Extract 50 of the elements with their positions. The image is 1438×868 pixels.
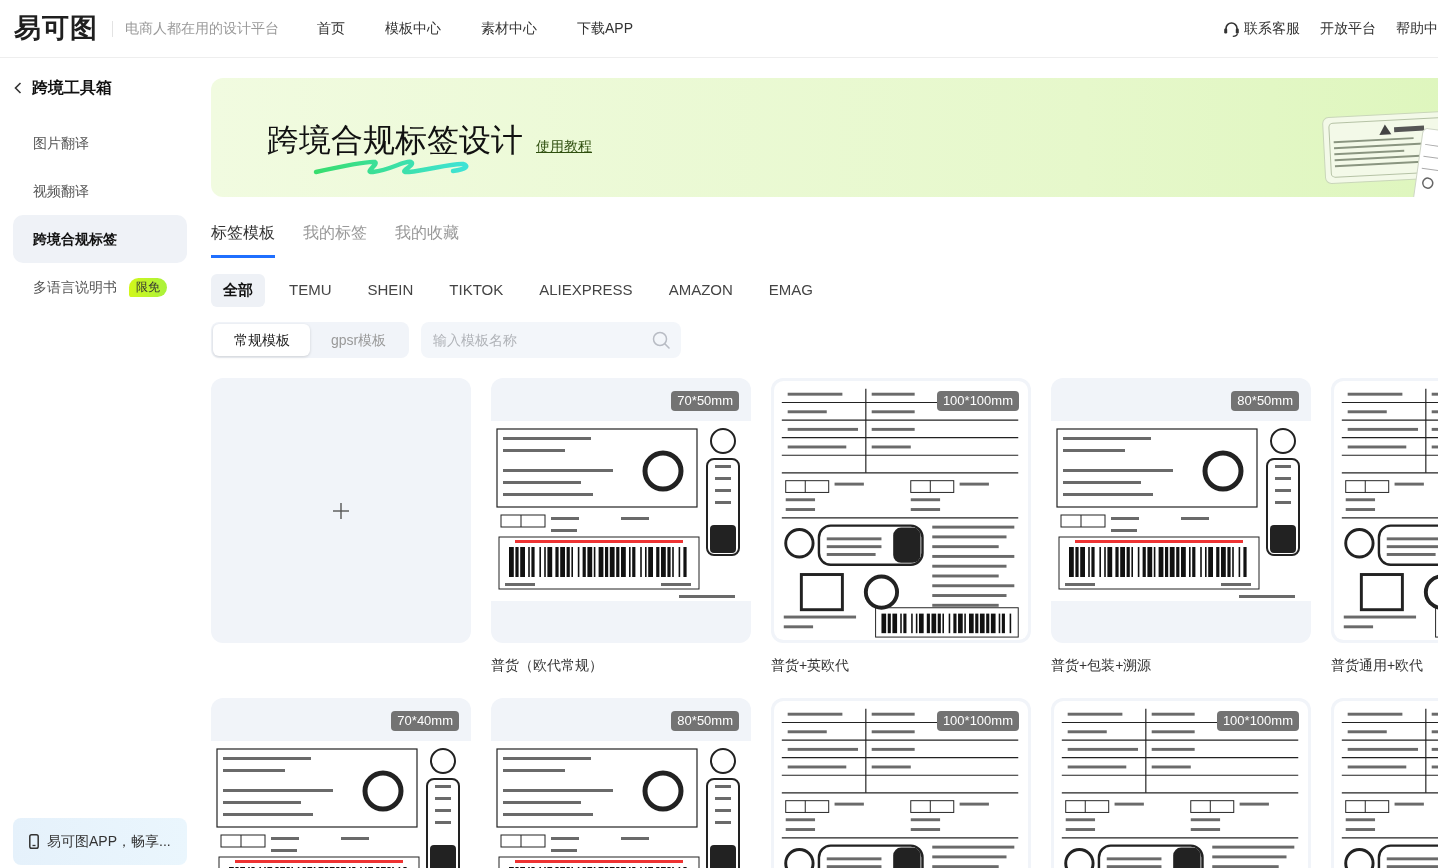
- template-card[interactable]: 70*50mm: [491, 378, 751, 643]
- back-button[interactable]: 跨境工具箱: [0, 77, 112, 99]
- sidebar-item[interactable]: 视频翻译: [13, 167, 187, 215]
- chevron-left-icon: [14, 82, 22, 94]
- template-card[interactable]: 100*100mm: [771, 698, 1031, 868]
- size-badge: 100*100mm: [1216, 711, 1299, 731]
- size-badge: 80*50mm: [671, 711, 739, 731]
- platform-filter[interactable]: ALIEXPRESS: [527, 274, 645, 307]
- platform-filter[interactable]: TEMU: [277, 274, 344, 307]
- template-card[interactable]: 100*100mm: [771, 378, 1031, 643]
- support-link[interactable]: 联系客服: [1223, 18, 1300, 39]
- nav-link[interactable]: 首页: [317, 18, 345, 39]
- nav-link[interactable]: 下载APP: [577, 18, 633, 39]
- app-promo-button[interactable]: 易可图APP，畅享...: [13, 818, 187, 865]
- sidebar-item[interactable]: 多语言说明书 限免: [13, 263, 187, 311]
- template-title: 普货通用+欧代: [1331, 656, 1425, 675]
- sidebar-item[interactable]: 图片翻译: [13, 119, 187, 167]
- label-tab[interactable]: 标签模板: [211, 222, 275, 258]
- platform-filter[interactable]: AMAZON: [656, 274, 745, 307]
- plus-icon: [332, 501, 350, 520]
- phone-icon: [29, 834, 39, 849]
- size-badge: 80*50mm: [1231, 391, 1299, 411]
- banner-title: 跨境合规标签设计: [267, 122, 523, 157]
- nav-link[interactable]: 素材中心: [481, 18, 537, 39]
- headset-icon: [1223, 20, 1240, 37]
- tutorial-link[interactable]: 使用教程: [536, 135, 592, 157]
- platform-filter[interactable]: EMAG: [756, 274, 825, 307]
- header-link[interactable]: 帮助中: [1396, 18, 1438, 39]
- tagline-text: 电商人都在用的设计平台: [125, 19, 279, 38]
- size-badge: 100*100mm: [936, 391, 1019, 411]
- template-title: 普货+包装+溯源: [1051, 656, 1153, 675]
- template-type-tab[interactable]: 常规模板: [213, 324, 310, 356]
- header-link[interactable]: 开放平台: [1320, 18, 1376, 39]
- template-card[interactable]: 80*50mm: [1051, 378, 1311, 643]
- size-badge: 100*100mm: [936, 711, 1019, 731]
- size-badge: 70*40mm: [391, 711, 459, 731]
- platform-filter[interactable]: TIKTOK: [437, 274, 516, 307]
- template-title: 普货（欧代常规）: [491, 656, 604, 675]
- template-card[interactable]: 80*50mm: [491, 698, 751, 868]
- template-title: 普货+英欧代: [771, 656, 851, 675]
- nav-link[interactable]: 模板中心: [385, 18, 441, 39]
- search-field[interactable]: 输入模板名称: [421, 322, 681, 358]
- platform-filter[interactable]: SHEIN: [355, 274, 426, 307]
- template-card[interactable]: 70*40mm: [211, 698, 471, 868]
- size-badge: 70*50mm: [671, 391, 739, 411]
- sidebar-item[interactable]: 跨境合规标签: [13, 215, 187, 263]
- template-card[interactable]: 100*100mm: [1051, 698, 1311, 868]
- platform-filter[interactable]: 全部: [211, 274, 265, 307]
- brand-logo[interactable]: 易可图: [14, 15, 98, 42]
- free-badge: 限免: [129, 277, 167, 297]
